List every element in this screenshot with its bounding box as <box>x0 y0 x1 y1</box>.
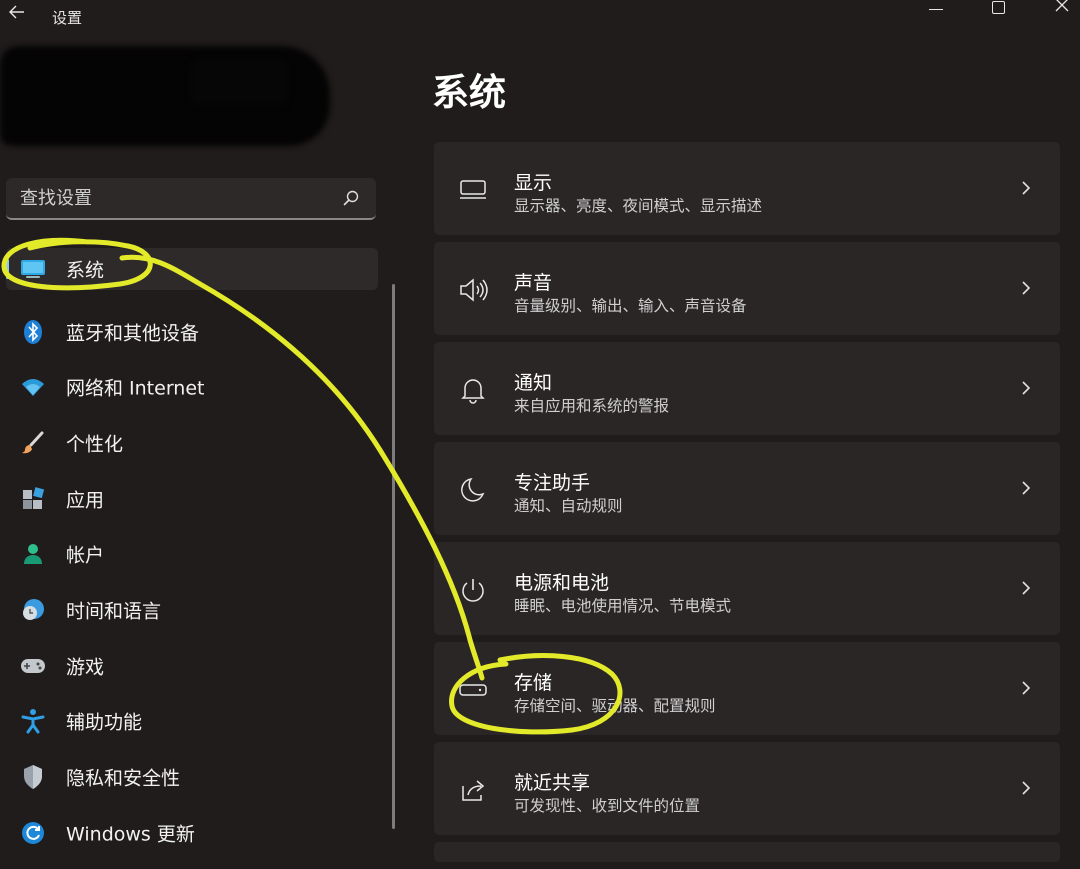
sidebar-item-bluetooth[interactable]: 蓝牙和其他设备 <box>0 304 380 360</box>
maximize-button[interactable] <box>978 0 1018 16</box>
card-subtitle: 存储空间、驱动器、配置规则 <box>514 697 716 715</box>
sidebar-item-windows-update[interactable]: Windows 更新 <box>0 805 380 861</box>
sidebar-item-label: 隐私和安全性 <box>66 767 181 790</box>
brush-icon <box>20 430 46 456</box>
chevron-right-icon <box>1022 781 1031 795</box>
bell-icon <box>458 375 488 405</box>
card-storage[interactable]: 存储 存储空间、驱动器、配置规则 <box>434 642 1060 735</box>
app-title: 设置 <box>52 9 83 27</box>
card-subtitle: 音量级别、输出、输入、声音设备 <box>514 297 747 315</box>
card-title: 声音 <box>514 272 553 294</box>
storage-drive-icon <box>458 675 488 705</box>
sidebar-item-label: 帐户 <box>66 544 105 567</box>
card-title: 就近共享 <box>514 772 591 794</box>
sidebar-item-apps[interactable]: 应用 <box>0 471 380 527</box>
card-power-battery[interactable]: 电源和电池 睡眠、电池使用情况、节电模式 <box>434 542 1060 635</box>
minimize-button[interactable] <box>916 0 956 16</box>
apps-icon <box>20 486 46 512</box>
sidebar-item-label: 辅助功能 <box>66 711 143 734</box>
speaker-icon <box>458 275 488 305</box>
sidebar-nav: 系统 蓝牙和其他设备 网络和 Internet 个性化 应用 帐户 时间和语言 … <box>0 248 380 861</box>
share-icon <box>458 775 488 805</box>
title-bar: 设置 <box>0 0 1080 34</box>
card-title: 专注助手 <box>514 472 591 494</box>
card-title: 显示 <box>514 172 553 194</box>
card-focus-assist[interactable]: 专注助手 通知、自动规则 <box>434 442 1060 535</box>
chevron-right-icon <box>1022 481 1031 495</box>
sidebar-item-label: 应用 <box>66 489 105 512</box>
chevron-right-icon <box>1022 581 1031 595</box>
sidebar-item-label: 网络和 Internet <box>66 377 205 400</box>
wifi-icon <box>20 374 46 400</box>
gamepad-icon <box>20 653 46 679</box>
search-box[interactable] <box>6 178 376 220</box>
sidebar-item-label: 蓝牙和其他设备 <box>66 322 200 345</box>
time-language-icon <box>20 597 46 623</box>
sidebar-scrollbar[interactable] <box>392 284 395 829</box>
chevron-right-icon <box>1022 181 1031 195</box>
search-input[interactable] <box>20 178 330 218</box>
card-title: 通知 <box>514 372 553 394</box>
back-button[interactable] <box>6 3 28 27</box>
chevron-right-icon <box>1022 381 1031 395</box>
sidebar-item-gaming[interactable]: 游戏 <box>0 638 380 694</box>
card-subtitle: 睡眠、电池使用情况、节电模式 <box>514 597 732 615</box>
back-arrow-icon <box>9 5 24 19</box>
search-icon[interactable] <box>342 189 360 207</box>
bluetooth-icon <box>20 319 46 345</box>
account-icon <box>20 541 46 567</box>
maximize-icon <box>991 0 1005 14</box>
system-display-icon <box>20 256 46 282</box>
power-icon <box>458 575 488 605</box>
sidebar-item-label: 游戏 <box>66 656 105 679</box>
card-subtitle: 来自应用和系统的警报 <box>514 397 670 415</box>
minimize-icon <box>929 8 943 10</box>
card-nearby-sharing[interactable]: 就近共享 可发现性、收到文件的位置 <box>434 742 1060 835</box>
sidebar-item-privacy[interactable]: 隐私和安全性 <box>0 749 380 805</box>
moon-icon <box>458 475 488 505</box>
settings-card-list: 显示 显示器、亮度、夜间模式、显示描述 声音 音量级别、输出、输入、声音设备 通… <box>434 142 1060 869</box>
monitor-icon <box>458 175 488 205</box>
sidebar-item-label: 系统 <box>66 259 105 282</box>
shield-icon <box>20 764 46 790</box>
card-next-partial[interactable] <box>434 842 1060 862</box>
card-title: 存储 <box>514 672 553 694</box>
close-icon <box>1055 0 1069 12</box>
card-subtitle: 通知、自动规则 <box>514 497 623 515</box>
windows-update-icon <box>20 820 46 846</box>
card-subtitle: 可发现性、收到文件的位置 <box>514 797 701 815</box>
sidebar-item-accounts[interactable]: 帐户 <box>0 526 380 582</box>
account-info-redacted-part <box>190 58 288 106</box>
page-title: 系统 <box>432 71 506 114</box>
card-display[interactable]: 显示 显示器、亮度、夜间模式、显示描述 <box>434 142 1060 235</box>
card-subtitle: 显示器、亮度、夜间模式、显示描述 <box>514 197 763 215</box>
chevron-right-icon <box>1022 681 1031 695</box>
sidebar-item-personalization[interactable]: 个性化 <box>0 415 380 471</box>
card-notifications[interactable]: 通知 来自应用和系统的警报 <box>434 342 1060 435</box>
close-button[interactable] <box>1042 0 1080 16</box>
sidebar-item-label: Windows 更新 <box>66 823 195 846</box>
sidebar-item-label: 个性化 <box>66 433 124 456</box>
card-sound[interactable]: 声音 音量级别、输出、输入、声音设备 <box>434 242 1060 335</box>
accessibility-icon <box>20 708 46 734</box>
sidebar-item-time-language[interactable]: 时间和语言 <box>0 582 380 638</box>
sidebar-item-accessibility[interactable]: 辅助功能 <box>0 694 380 750</box>
active-indicator <box>6 259 9 279</box>
card-title: 电源和电池 <box>514 572 610 594</box>
sidebar-item-network[interactable]: 网络和 Internet <box>0 359 380 415</box>
chevron-right-icon <box>1022 281 1031 295</box>
sidebar-item-label: 时间和语言 <box>66 600 162 623</box>
sidebar-item-system[interactable]: 系统 <box>6 248 378 290</box>
